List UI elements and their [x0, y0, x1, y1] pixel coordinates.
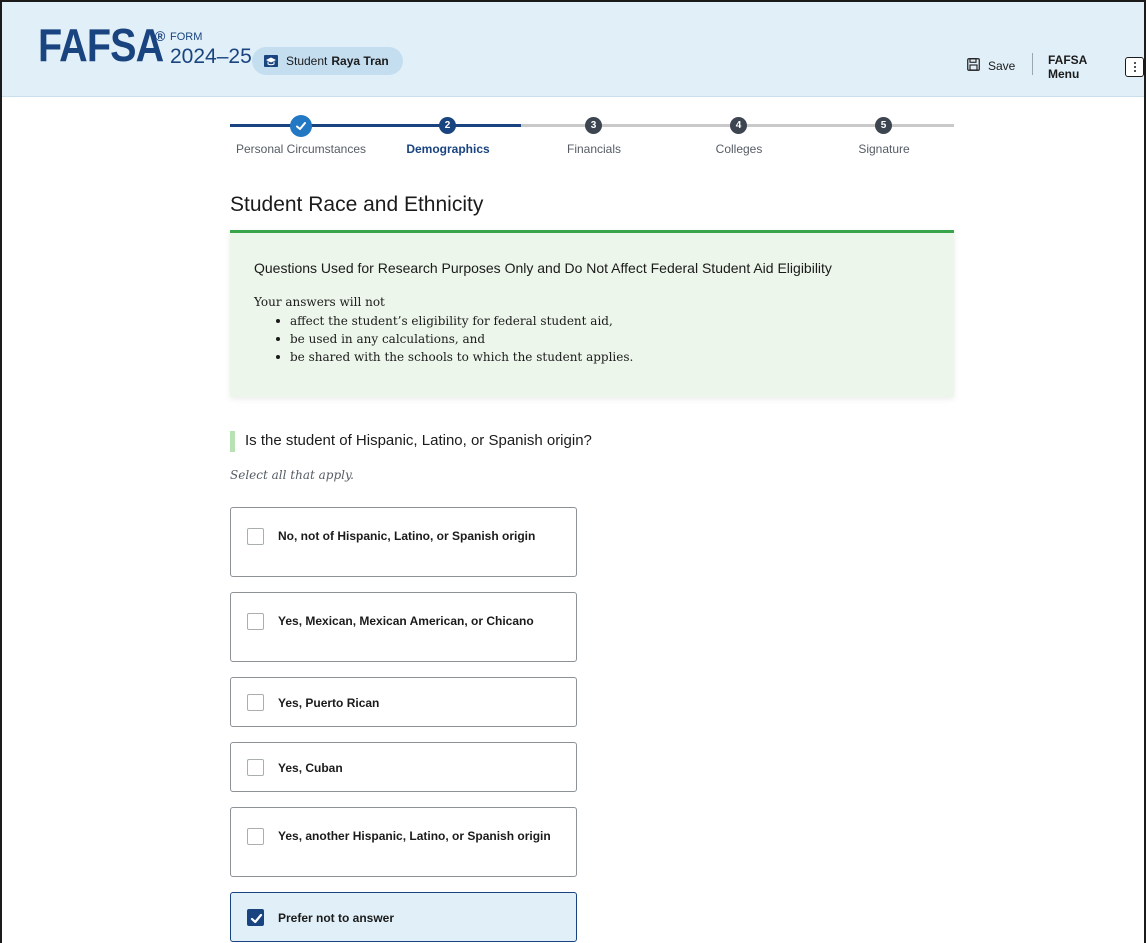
option-cuban[interactable]: Yes, Cuban — [230, 742, 577, 792]
question-text: Is the student of Hispanic, Latino, or S… — [245, 432, 592, 449]
option-mexican[interactable]: Yes, Mexican, Mexican American, or Chica… — [230, 592, 577, 662]
kebab-icon — [1125, 57, 1144, 77]
step-indicator-3: 3 — [585, 117, 602, 134]
info-list: affect the student’s eligibility for fed… — [276, 312, 633, 366]
option-prefer-not-to-answer[interactable]: Prefer not to answer — [230, 892, 577, 942]
checkbox[interactable] — [247, 694, 264, 711]
research-info-box: Questions Used for Research Purposes Onl… — [230, 230, 954, 397]
step-label-2: Demographics — [406, 142, 490, 156]
form-label: FORM — [170, 31, 203, 43]
option-label: Yes, Puerto Rican — [278, 696, 380, 710]
site-header: FAFSA ® FORM 2024–25 Student Raya Tran S… — [2, 2, 1144, 97]
option-label: Yes, Cuban — [278, 761, 343, 775]
step-indicator-2: 2 — [439, 117, 456, 134]
question-hint: Select all that apply. — [230, 468, 354, 482]
stepper-line — [594, 124, 739, 127]
progress-stepper: Personal Circumstances 2 Demographics 3 Fina… — [230, 115, 954, 165]
checkmark-icon — [296, 122, 306, 130]
info-list-item: be shared with the schools to which the … — [276, 348, 633, 366]
step-number: 5 — [880, 120, 887, 131]
option-puerto-rican[interactable]: Yes, Puerto Rican — [230, 677, 577, 727]
menu-label: FAFSA Menu — [1048, 53, 1087, 81]
step-number: 3 — [590, 120, 597, 131]
info-list-item: affect the student’s eligibility for fed… — [276, 312, 633, 330]
checkbox[interactable] — [247, 759, 264, 776]
option-label: Prefer not to answer — [278, 911, 395, 925]
step-indicator-4: 4 — [730, 117, 747, 134]
option-not-hispanic[interactable]: No, not of Hispanic, Latino, or Spanish … — [230, 507, 577, 577]
question-accent-bar — [230, 431, 235, 452]
checkbox-checked[interactable] — [247, 909, 264, 926]
save-button[interactable]: Save — [967, 58, 1015, 74]
student-pill: Student Raya Tran — [252, 47, 403, 75]
option-label: No, not of Hispanic, Latino, or Spanish … — [278, 529, 536, 543]
step-indicator-5: 5 — [875, 117, 892, 134]
stepper-line — [448, 124, 594, 127]
step-label-5: Signature — [858, 142, 910, 156]
fafsa-logo[interactable]: FAFSA — [38, 22, 164, 68]
info-heading: Questions Used for Research Purposes Onl… — [254, 260, 832, 276]
step-number: 4 — [735, 120, 742, 131]
step-label-1: Personal Circumstances — [235, 142, 367, 156]
step-number: 2 — [444, 120, 451, 131]
graduation-cap-icon — [264, 55, 278, 67]
page-frame: FAFSA ® FORM 2024–25 Student Raya Tran S… — [0, 0, 1146, 943]
step-label-3: Financials — [566, 142, 622, 156]
fafsa-menu-button[interactable]: FAFSA Menu — [1048, 53, 1144, 81]
stepper-line — [884, 124, 954, 127]
info-list-item: be used in any calculations, and — [276, 330, 633, 348]
checkbox[interactable] — [247, 828, 264, 845]
student-name: Raya Tran — [331, 54, 389, 68]
info-intro: Your answers will not — [254, 295, 385, 309]
option-label: Yes, Mexican, Mexican American, or Chica… — [278, 614, 534, 628]
form-year: 2024–25 — [170, 45, 252, 68]
step-label-4: Colleges — [715, 142, 763, 156]
checkbox[interactable] — [247, 613, 264, 630]
registered-mark: ® — [155, 28, 166, 44]
page-title: Student Race and Ethnicity — [230, 193, 484, 216]
checkbox[interactable] — [247, 528, 264, 545]
stepper-line — [301, 124, 448, 127]
step-indicator-1 — [290, 115, 312, 137]
save-label: Save — [988, 59, 1016, 73]
student-prefix: Student — [286, 54, 328, 68]
header-divider — [1032, 53, 1033, 75]
option-another-hispanic[interactable]: Yes, another Hispanic, Latino, or Spanis… — [230, 807, 577, 877]
checkmark-icon — [250, 913, 263, 924]
stepper-line — [739, 124, 884, 127]
floppy-disk-icon — [967, 58, 988, 74]
option-label: Yes, another Hispanic, Latino, or Spanis… — [278, 829, 551, 843]
